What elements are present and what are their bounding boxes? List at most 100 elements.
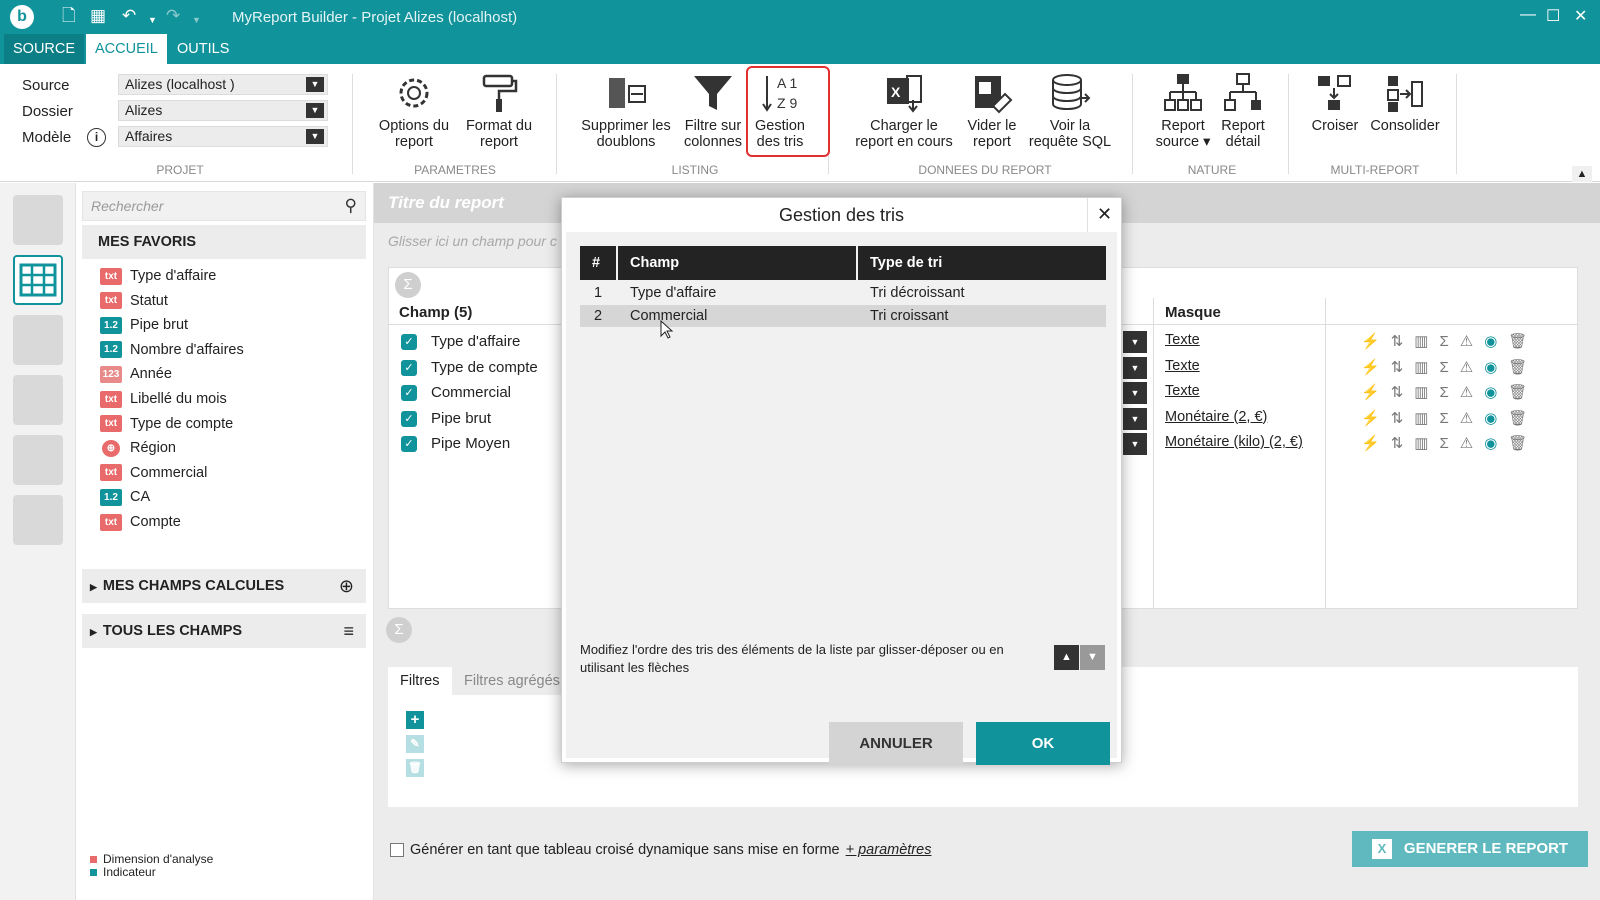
dossier-combo[interactable]: Alizes ▼ — [118, 100, 328, 121]
all-fields-section-header[interactable]: ▶ TOUS LES CHAMPS ≡ — [82, 614, 366, 648]
row-type[interactable]: Tri croissant — [858, 305, 948, 327]
search-icon[interactable]: ⚲ — [345, 192, 357, 220]
report-detail-button[interactable]: Report détail — [1210, 72, 1276, 150]
new-file-icon[interactable]: 🗋 — [62, 6, 76, 26]
chevron-down-icon[interactable]: ▼ — [306, 103, 324, 118]
format-report-button[interactable]: Format du report — [458, 72, 540, 150]
warning-icon[interactable]: ⚠ — [1460, 410, 1484, 427]
checkbox[interactable]: ✓ — [401, 436, 417, 453]
list-item[interactable]: txt Compte — [100, 512, 181, 532]
redo-icon[interactable]: ↷ — [166, 6, 180, 26]
table-row[interactable]: ✓ Type d'affaire — [401, 332, 520, 352]
consolidate-button[interactable]: Consolider — [1366, 72, 1444, 134]
sum-icon[interactable]: Σ — [1439, 384, 1459, 401]
trash-icon[interactable]: 🗑 — [1508, 333, 1538, 350]
pivot-checkbox[interactable] — [390, 843, 404, 858]
sort-icon[interactable]: ⇅ — [1391, 435, 1415, 452]
drop-zone-hint[interactable]: Glisser ici un champ pour c — [388, 233, 557, 249]
eye-icon[interactable]: ◉ — [1484, 333, 1508, 350]
clear-report-button[interactable]: Vider le report — [958, 72, 1026, 150]
mask-link[interactable]: Texte — [1165, 332, 1200, 348]
table-row[interactable]: ✓ Commercial — [401, 383, 511, 403]
favoris-section-header[interactable]: MES FAVORIS — [82, 225, 366, 259]
eye-icon[interactable]: ◉ — [1484, 384, 1508, 401]
mask-link[interactable]: Monétaire (2, €) — [1165, 409, 1267, 425]
add-filter-button[interactable]: + — [406, 711, 424, 729]
table-row[interactable]: 1 Type d'affaire Tri décroissant — [580, 282, 1106, 304]
sort-icon[interactable]: ⇅ — [1391, 410, 1415, 427]
rank-icon[interactable]: ▥ — [1414, 384, 1439, 401]
sum-icon[interactable]: Σ — [1439, 359, 1459, 376]
list-item[interactable]: 1.2 Pipe brut — [100, 315, 188, 335]
wand-icon[interactable]: ⚡ — [1361, 359, 1391, 376]
sum-icon[interactable]: Σ — [1439, 435, 1459, 452]
checkbox[interactable]: ✓ — [401, 334, 417, 351]
collapse-ribbon-icon[interactable]: ▲ — [1572, 166, 1592, 182]
table-row[interactable]: ✓ Pipe brut — [401, 409, 491, 429]
chart-view-icon[interactable] — [13, 495, 63, 545]
chevron-down-icon[interactable]: ▼ — [1123, 433, 1147, 455]
mask-link[interactable]: Texte — [1165, 383, 1200, 399]
undo-icon[interactable]: ↶ — [122, 6, 136, 26]
wand-icon[interactable]: ⚡ — [1361, 410, 1391, 427]
list-item[interactable]: txt Libellé du mois — [100, 389, 227, 409]
move-up-button[interactable]: ▲ — [1054, 645, 1079, 670]
cancel-button[interactable]: ANNULER — [829, 722, 963, 765]
chevron-down-icon[interactable]: ▼ — [306, 77, 324, 92]
chevron-down-icon[interactable]: ▼ — [1123, 331, 1147, 353]
sum-icon[interactable]: Σ — [1439, 410, 1459, 427]
modele-combo[interactable]: Affaires ▼ — [118, 126, 328, 147]
wand-icon[interactable]: ⚡ — [1361, 384, 1391, 401]
sort-icon[interactable]: ⇅ — [1391, 333, 1415, 350]
pivot-view-icon[interactable] — [13, 195, 63, 245]
options-report-button[interactable]: Options du report — [372, 72, 456, 150]
maximize-icon[interactable]: ☐ — [1546, 6, 1560, 26]
chevron-down-icon[interactable]: ▼ — [1123, 407, 1147, 430]
pivot-checkbox-row[interactable]: Générer en tant que tableau croisé dynam… — [390, 842, 931, 858]
warning-icon[interactable]: ⚠ — [1460, 435, 1484, 452]
warning-icon[interactable]: ⚠ — [1460, 359, 1484, 376]
minimize-icon[interactable]: — — [1520, 6, 1536, 24]
redo-dropdown-icon[interactable]: ▼ — [192, 10, 201, 30]
table-view-icon[interactable] — [13, 255, 63, 305]
close-icon[interactable]: ✕ — [1087, 198, 1121, 232]
excel-icon[interactable]: ▦ — [90, 6, 106, 26]
checklist-view-icon[interactable] — [13, 435, 63, 485]
header-view-icon[interactable] — [13, 315, 63, 365]
list-item[interactable]: txt Statut — [100, 291, 168, 311]
trash-icon[interactable]: 🗑 — [1508, 410, 1538, 427]
parameters-link[interactable]: + paramètres — [846, 842, 932, 858]
add-circle-icon[interactable]: ⊕ — [339, 569, 354, 603]
table-row[interactable]: ✓ Type de compte — [401, 358, 538, 378]
eye-icon[interactable]: ◉ — [1484, 435, 1508, 452]
warning-icon[interactable]: ⚠ — [1460, 384, 1484, 401]
eye-icon[interactable]: ◉ — [1484, 410, 1508, 427]
sort-icon[interactable]: ⇅ — [1391, 384, 1415, 401]
tab-filtres[interactable]: Filtres — [388, 667, 452, 695]
tab-source[interactable]: SOURCE — [4, 34, 85, 64]
checkbox[interactable]: ✓ — [401, 385, 417, 402]
report-source-button[interactable]: Report source ▾ — [1150, 72, 1216, 150]
rank-icon[interactable]: ▥ — [1414, 410, 1439, 427]
menu-icon[interactable]: ≡ — [343, 614, 354, 648]
sigma-icon[interactable]: Σ — [386, 617, 412, 643]
load-report-button[interactable]: X Charger le report en cours — [846, 72, 962, 150]
table-row[interactable]: 2 Commercial Tri croissant — [580, 305, 1106, 327]
list-item[interactable]: txt Commercial — [100, 463, 207, 483]
list-item[interactable]: 1.2 CA — [100, 487, 150, 507]
wand-icon[interactable]: ⚡ — [1361, 435, 1391, 452]
wand-icon[interactable]: ⚡ — [1361, 333, 1391, 350]
row-type[interactable]: Tri décroissant — [858, 282, 965, 304]
generate-report-button[interactable]: X GENERER LE REPORT — [1352, 831, 1588, 867]
search-input[interactable]: Rechercher ⚲ — [82, 191, 366, 221]
list-item[interactable]: 123 Année — [100, 364, 172, 384]
rank-icon[interactable]: ▥ — [1414, 333, 1439, 350]
tab-filtres-agreges[interactable]: Filtres agrégés — [452, 667, 572, 695]
eye-icon[interactable]: ◉ — [1484, 359, 1508, 376]
remove-duplicates-button[interactable]: Supprimer les doublons — [576, 72, 676, 150]
rank-icon[interactable]: ▥ — [1414, 359, 1439, 376]
delete-filter-button[interactable]: 🗑 — [406, 759, 424, 777]
move-down-button[interactable]: ▼ — [1080, 645, 1105, 670]
footer-view-icon[interactable] — [13, 375, 63, 425]
info-icon[interactable]: i — [87, 128, 106, 147]
